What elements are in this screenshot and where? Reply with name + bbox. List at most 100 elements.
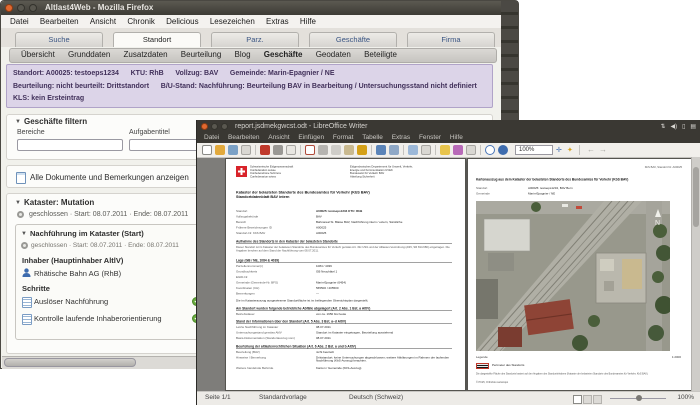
filter-panel-title: Geschäfte filtern [24, 117, 88, 126]
statusbar-style[interactable]: Standardvorlage [259, 392, 307, 404]
menu-bearbeiten[interactable]: Bearbeiten [228, 134, 259, 141]
network-indicator-icon[interactable]: ⇅ [661, 124, 666, 130]
menu-hilfe[interactable]: Hilfe [450, 134, 463, 141]
print-preview-icon[interactable] [286, 145, 296, 155]
save-icon[interactable] [228, 145, 238, 155]
email-icon[interactable] [241, 145, 251, 155]
battery-indicator-icon[interactable]: ▯ [682, 124, 685, 130]
subtab-grunddaten[interactable]: Grunddaten [68, 50, 110, 59]
export-pdf-icon[interactable] [260, 145, 270, 155]
statusbar-zoom[interactable]: 100% [677, 392, 694, 404]
report-title: Kataster der belasteten Standorte des Bu… [236, 190, 370, 199]
navigator-icon[interactable] [440, 145, 450, 155]
subtab-beteiligte[interactable]: Beteiligte [364, 50, 397, 59]
menu-datei[interactable]: Datei [204, 134, 219, 141]
open-icon[interactable] [215, 145, 225, 155]
person-icon [22, 268, 31, 277]
tab-parz[interactable]: Parz. [211, 32, 299, 47]
redo-icon[interactable] [389, 145, 399, 155]
subtab-beurteilung[interactable]: Beurteilung [181, 50, 221, 59]
all-documents-link[interactable]: Alle Dokumente und Bemerkungen anzeigen [30, 173, 189, 182]
menu-hilfe[interactable]: Hilfe [300, 17, 316, 26]
minimize-button[interactable] [211, 123, 218, 130]
menu-ansicht[interactable]: Ansicht [268, 134, 289, 141]
firefox-titlebar[interactable]: Altlast4Web - Mozilla Firefox [1, 1, 518, 15]
section-header: Am Standort wurden folgende betriebliche… [236, 307, 452, 311]
vertical-scrollbar[interactable] [691, 157, 700, 392]
minimize-button[interactable] [17, 4, 25, 12]
collapse-triangle-icon[interactable]: ▼ [15, 119, 21, 125]
libreoffice-titlebar[interactable]: report.jsdmekgwcst.odt - LibreOffice Wri… [197, 120, 700, 133]
close-button[interactable] [201, 123, 208, 130]
gallery-icon[interactable] [453, 145, 463, 155]
table-icon[interactable] [408, 145, 418, 155]
schritt-ausloeser[interactable]: Auslöser Nachführung [34, 297, 108, 306]
bereiche-input[interactable] [17, 139, 123, 151]
schritte-label: Schritte [22, 284, 50, 293]
svg-text:N: N [655, 220, 660, 227]
nachfuehrung-card: ▼ Nachführung im Kataster (Start) geschl… [15, 224, 207, 340]
cut-icon[interactable] [318, 145, 328, 155]
scrollbar-thumb[interactable] [693, 167, 699, 227]
zoom-in-icon[interactable]: ✛ [556, 146, 562, 154]
view-single-page-icon[interactable] [573, 395, 582, 404]
menu-chronik[interactable]: Chronik [127, 17, 155, 26]
menu-bearbeiten[interactable]: Bearbeiten [40, 17, 79, 26]
subtab-geschaefte-active[interactable]: Geschäfte [264, 50, 303, 59]
volume-indicator-icon[interactable]: ◀) [670, 124, 677, 130]
find-replace-icon[interactable] [485, 145, 495, 155]
statusbar-language[interactable]: Deutsch (Schweiz) [349, 392, 403, 404]
gear-status-icon [21, 242, 28, 249]
view-book-icon[interactable] [593, 395, 602, 404]
menu-einfuegen[interactable]: Einfügen [298, 134, 324, 141]
subtab-uebersicht[interactable]: Übersicht [21, 50, 55, 59]
legend-item-label: Perimeter des Standorts [492, 364, 525, 367]
subtab-geodaten[interactable]: Geodaten [316, 50, 351, 59]
menu-tabelle[interactable]: Tabelle [362, 134, 383, 141]
menu-datei[interactable]: Datei [10, 17, 29, 26]
maximize-button[interactable] [221, 123, 228, 130]
menu-delicious[interactable]: Delicious [166, 17, 198, 26]
forward-icon[interactable]: → [599, 145, 607, 154]
format-paintbrush-icon[interactable] [357, 145, 367, 155]
collapse-triangle-icon[interactable]: ▼ [15, 200, 21, 206]
back-icon[interactable]: ← [587, 145, 595, 154]
close-button[interactable] [5, 4, 13, 12]
paste-icon[interactable] [344, 145, 354, 155]
department-text: Eidgenössisches Departement für Umwelt, … [350, 165, 413, 179]
inhaber-value[interactable]: Rhätische Bahn AG (RhB) [34, 269, 121, 278]
menu-ansicht[interactable]: Ansicht [90, 17, 116, 26]
draw-functions-icon[interactable] [421, 145, 431, 155]
subtab-zusatzdaten[interactable]: Zusatzdaten [124, 50, 168, 59]
zoom-select[interactable]: 100% [515, 145, 553, 155]
menu-extras[interactable]: Extras [392, 134, 410, 141]
print-icon[interactable] [273, 145, 283, 155]
copy-icon[interactable] [331, 145, 341, 155]
session-menu-icon[interactable]: ▤ [690, 124, 696, 130]
inhaber-label: Inhaber (Hauptinhaber AltlV) [22, 256, 124, 265]
help-icon[interactable] [498, 145, 508, 155]
maximize-button[interactable] [29, 4, 37, 12]
schritt-kontrolle[interactable]: Kontrolle laufende Inhaberorientierung [34, 314, 162, 323]
legend-label: Legende [476, 356, 488, 359]
menu-fenster[interactable]: Fenster [419, 134, 441, 141]
zoom-slider-handle[interactable] [636, 395, 642, 401]
scrollbar-thumb[interactable] [4, 358, 136, 367]
spellcheck-icon[interactable] [305, 145, 315, 155]
undo-icon[interactable] [376, 145, 386, 155]
datasources-icon[interactable] [466, 145, 476, 155]
view-multi-page-icon[interactable] [583, 395, 592, 404]
tab-geschaefte[interactable]: Geschäfte [309, 32, 397, 47]
collapse-triangle-icon[interactable]: ▼ [21, 231, 27, 237]
tab-suche[interactable]: Suche [15, 32, 103, 47]
kataster-status: geschlossen · Start: 08.07.2011 · Ende: … [29, 211, 189, 218]
subtab-blog[interactable]: Blog [235, 50, 251, 59]
zoom-out-icon[interactable]: ✦ [567, 146, 573, 154]
tab-firma[interactable]: Firma [407, 32, 495, 47]
libreoffice-statusbar: Seite 1/1 Standardvorlage Deutsch (Schwe… [197, 391, 700, 405]
menu-lesezeichen[interactable]: Lesezeichen [210, 17, 255, 26]
tab-standort[interactable]: Standort [113, 32, 201, 47]
new-document-icon[interactable] [202, 145, 212, 155]
menu-format[interactable]: Format [333, 134, 354, 141]
menu-extras[interactable]: Extras [266, 17, 289, 26]
